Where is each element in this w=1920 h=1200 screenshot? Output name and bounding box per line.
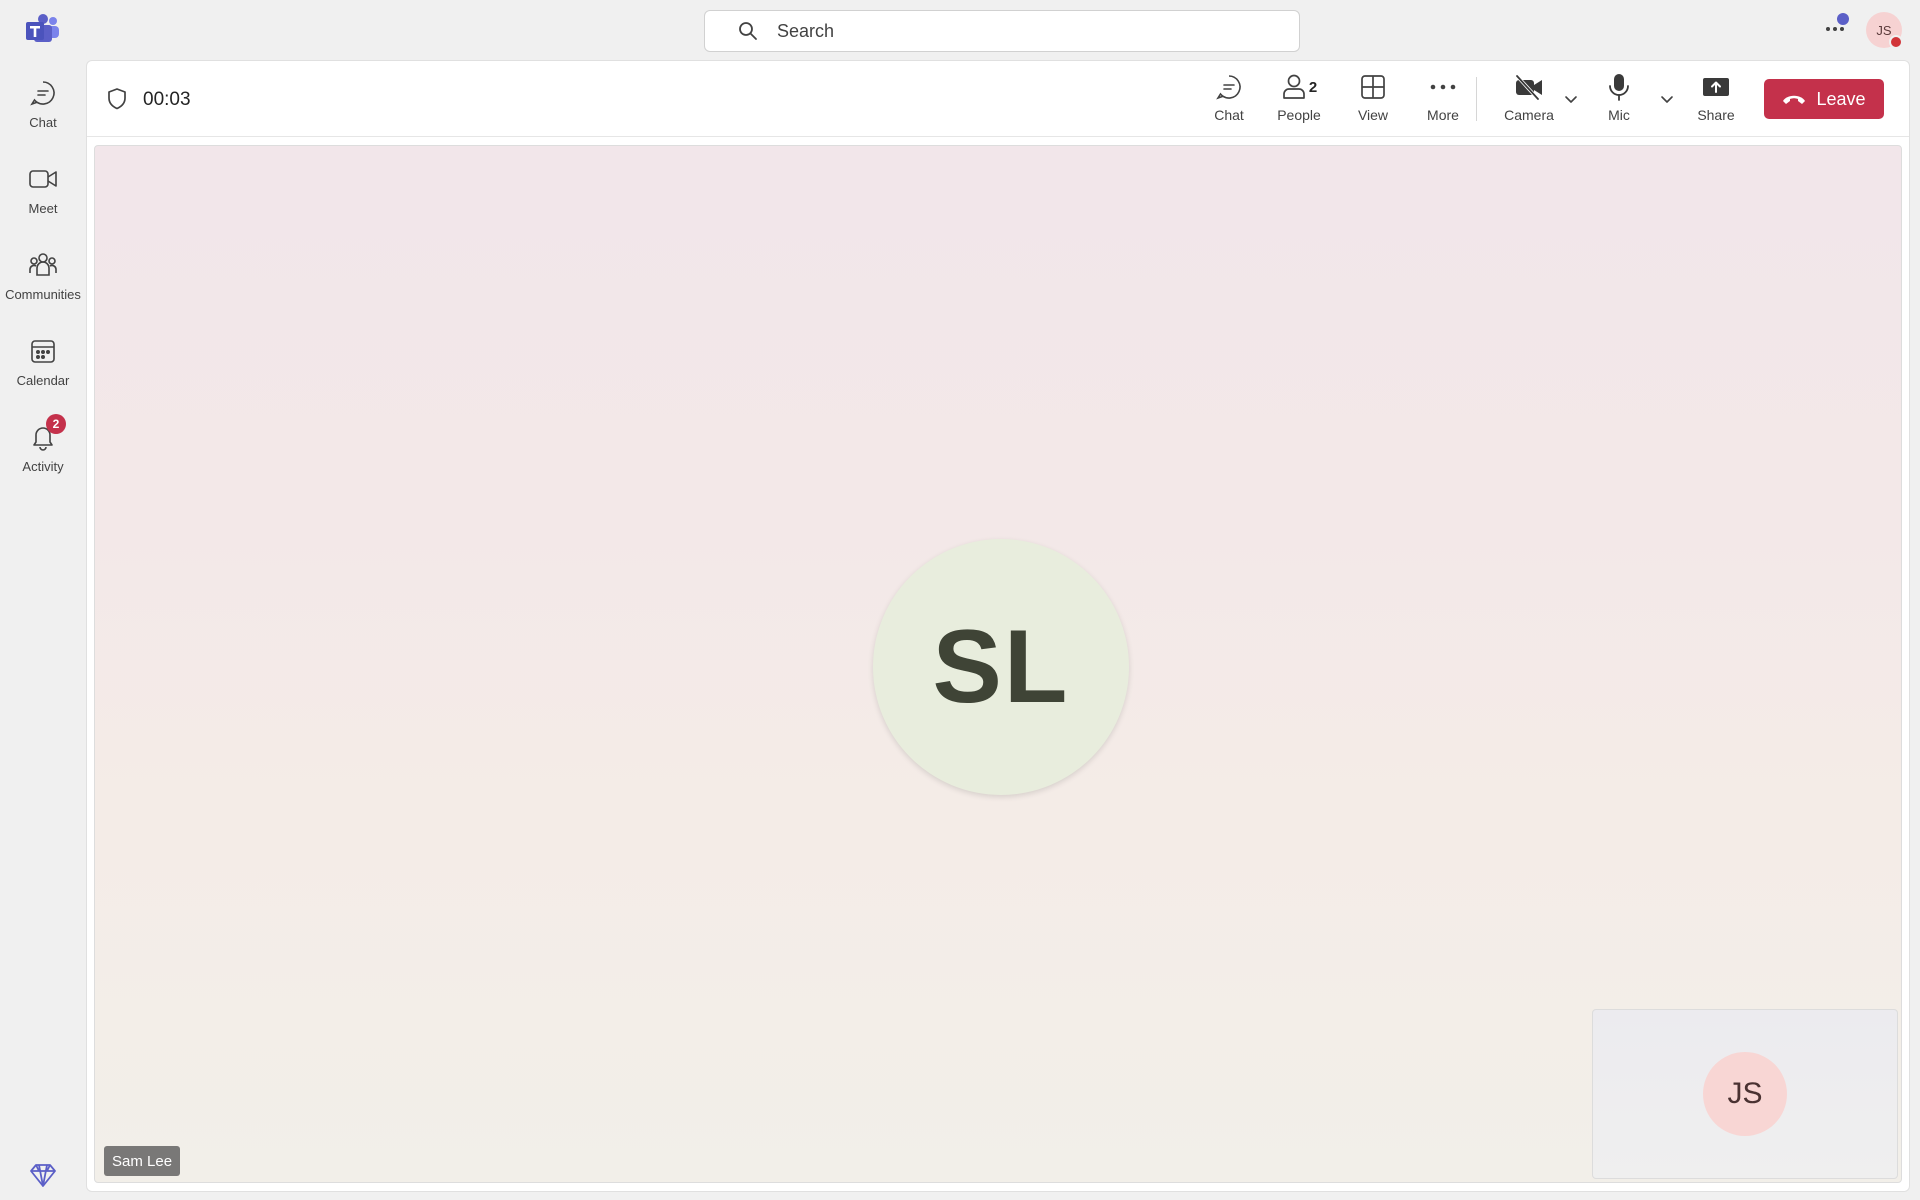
- people-group-icon: [26, 248, 60, 282]
- view-button[interactable]: View: [1343, 71, 1403, 131]
- rail-item-label: Calendar: [16, 373, 70, 388]
- rail-item-label: Communities: [5, 287, 81, 302]
- search-box[interactable]: [704, 10, 1300, 52]
- leave-button-label: Leave: [1816, 88, 1866, 109]
- grid-view-icon: [1360, 71, 1386, 103]
- share-button[interactable]: Share: [1686, 71, 1746, 131]
- notification-dot: [1837, 13, 1849, 25]
- camera-off-icon: [1514, 71, 1544, 103]
- rail-item-activity[interactable]: 2 Activity: [0, 414, 86, 492]
- self-view-tile[interactable]: JS: [1592, 1009, 1898, 1179]
- diamond-icon[interactable]: [28, 1160, 58, 1190]
- people-count: 2: [1308, 78, 1318, 96]
- share-screen-icon: [1701, 71, 1731, 103]
- meeting-timer: 00:03: [143, 89, 191, 110]
- teams-logo-icon[interactable]: [26, 14, 60, 44]
- shield-icon[interactable]: [105, 87, 129, 111]
- chat-bubble-icon: [1215, 71, 1243, 103]
- search-input[interactable]: [777, 20, 1257, 42]
- leave-button[interactable]: Leave: [1764, 79, 1884, 119]
- toolbar-divider: [1476, 77, 1477, 121]
- presence-status-icon: [1889, 35, 1903, 49]
- self-avatar: JS: [1703, 1052, 1787, 1136]
- microphone-icon: [1607, 71, 1631, 103]
- rail-item-label: Chat: [29, 115, 57, 130]
- participant-avatar: SL: [873, 539, 1129, 795]
- bell-icon: 2: [26, 414, 66, 454]
- camera-button[interactable]: Camera: [1494, 71, 1564, 131]
- more-options-icon: [1430, 71, 1456, 103]
- mic-button[interactable]: Mic: [1589, 71, 1649, 131]
- mic-options-chevron-down-icon[interactable]: [1657, 89, 1677, 109]
- people-button-label: People: [1277, 107, 1321, 123]
- video-stage: SL Sam Lee JS: [94, 145, 1902, 1183]
- chat-button[interactable]: Chat: [1199, 71, 1259, 131]
- more-button-label: More: [1427, 107, 1459, 123]
- rail-item-communities[interactable]: Communities: [0, 248, 86, 320]
- meeting-panel: 00:03 Chat 2 People View More Camera Mic…: [86, 60, 1910, 1192]
- activity-badge: 2: [46, 414, 66, 434]
- people-button[interactable]: 2 People: [1263, 71, 1335, 131]
- participant-name-tag: Sam Lee: [104, 1146, 181, 1176]
- app-rail: Chat Meet Communities Calendar 2 Activit…: [0, 0, 86, 1200]
- chat-bubble-icon: [26, 76, 60, 110]
- calendar-icon: [26, 334, 60, 368]
- rail-item-label: Activity: [22, 459, 64, 474]
- video-camera-icon: [26, 162, 60, 196]
- chat-button-label: Chat: [1214, 107, 1244, 123]
- more-button[interactable]: More: [1413, 71, 1473, 131]
- mic-button-label: Mic: [1608, 107, 1630, 123]
- hang-up-icon: [1783, 95, 1806, 104]
- meeting-toolbar: 00:03 Chat 2 People View More Camera Mic…: [87, 61, 1909, 137]
- camera-button-label: Camera: [1504, 107, 1554, 123]
- rail-item-chat[interactable]: Chat: [0, 76, 86, 148]
- view-button-label: View: [1357, 107, 1389, 123]
- rail-item-meet[interactable]: Meet: [0, 162, 86, 234]
- rail-item-calendar[interactable]: Calendar: [0, 334, 86, 406]
- camera-options-chevron-down-icon[interactable]: [1561, 89, 1581, 109]
- search-icon: [739, 22, 757, 40]
- share-button-label: Share: [1697, 107, 1735, 123]
- person-icon: 2: [1281, 71, 1317, 103]
- rail-item-label: Meet: [28, 201, 58, 216]
